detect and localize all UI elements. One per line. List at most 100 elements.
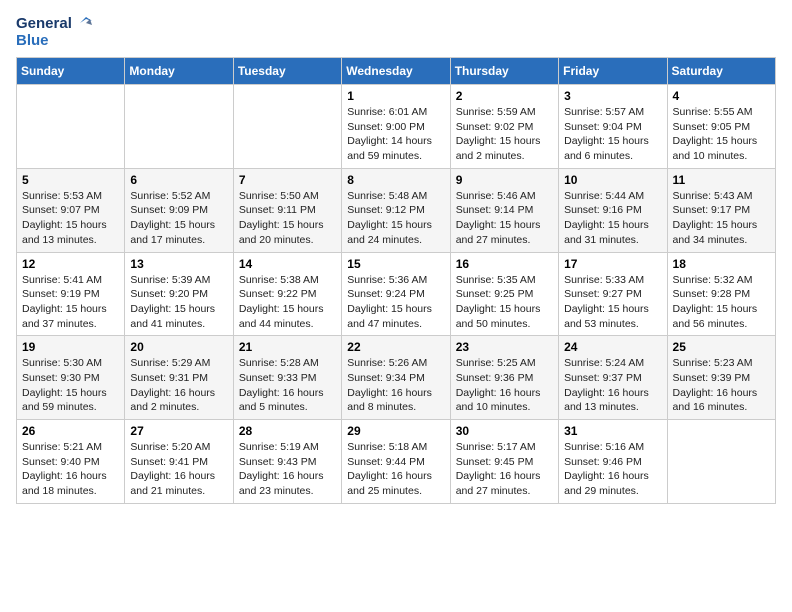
calendar-cell: 26Sunrise: 5:21 AMSunset: 9:40 PMDayligh… [17, 420, 125, 504]
day-number: 4 [673, 89, 770, 103]
day-detail: Sunrise: 5:28 AMSunset: 9:33 PMDaylight:… [239, 356, 336, 415]
calendar-cell: 20 Sunrise: 5:29 AMSunset: 9:31 PMDayligh… [125, 336, 233, 420]
day-detail: Sunrise: 5:26 AMSunset: 9:34 PMDaylight:… [347, 356, 444, 415]
day-number: 18 [673, 257, 770, 271]
day-number: 20 [130, 340, 227, 354]
calendar-cell: 2 Sunrise: 5:59 AMSunset: 9:02 PMDaylight… [450, 85, 558, 169]
calendar-week-2: 5 Sunrise: 5:53 AMSunset: 9:07 PMDaylight… [17, 168, 776, 252]
day-detail: Sunrise: 5:20 AMSunset: 9:41 PMDaylight:… [130, 440, 227, 499]
day-number: 12 [22, 257, 119, 271]
day-detail: Sunrise: 5:33 AMSunset: 9:27 PMDaylight:… [564, 273, 661, 332]
day-number: 11 [673, 173, 770, 187]
day-detail: Sunrise: 5:57 AMSunset: 9:04 PMDaylight:… [564, 105, 661, 164]
calendar-cell: 1 Sunrise: 6:01 AMSunset: 9:00 PMDaylight… [342, 85, 450, 169]
calendar-cell: 22 Sunrise: 5:26 AMSunset: 9:34 PMDayligh… [342, 336, 450, 420]
calendar-cell: 28 Sunrise: 5:19 AMSunset: 9:43 PMDayligh… [233, 420, 341, 504]
calendar-cell: 18 Sunrise: 5:32 AMSunset: 9:28 PMDayligh… [667, 252, 775, 336]
day-detail: Sunrise: 5:53 AMSunset: 9:07 PMDaylight:… [22, 189, 119, 248]
calendar-cell: 17 Sunrise: 5:33 AMSunset: 9:27 PMDayligh… [559, 252, 667, 336]
logo: General Blue [16, 16, 92, 49]
day-number: 25 [673, 340, 770, 354]
calendar-table: SundayMondayTuesdayWednesdayThursdayFrid… [16, 57, 776, 504]
day-number: 23 [456, 340, 553, 354]
day-number: 15 [347, 257, 444, 271]
calendar-week-1: 1 Sunrise: 6:01 AMSunset: 9:00 PMDaylight… [17, 85, 776, 169]
day-detail: Sunrise: 5:25 AMSunset: 9:36 PMDaylight:… [456, 356, 553, 415]
day-number: 8 [347, 173, 444, 187]
calendar-cell: 31Sunrise: 5:16 AMSunset: 9:46 PMDayligh… [559, 420, 667, 504]
calendar-cell: 29 Sunrise: 5:18 AMSunset: 9:44 PMDayligh… [342, 420, 450, 504]
calendar-cell [17, 85, 125, 169]
day-detail: Sunrise: 5:30 AMSunset: 9:30 PMDaylight:… [22, 356, 119, 415]
day-detail: Sunrise: 5:35 AMSunset: 9:25 PMDaylight:… [456, 273, 553, 332]
day-detail: Sunrise: 5:46 AMSunset: 9:14 PMDaylight:… [456, 189, 553, 248]
day-detail: Sunrise: 6:01 AMSunset: 9:00 PMDaylight:… [347, 105, 444, 164]
calendar-cell: 5 Sunrise: 5:53 AMSunset: 9:07 PMDaylight… [17, 168, 125, 252]
day-detail: Sunrise: 5:36 AMSunset: 9:24 PMDaylight:… [347, 273, 444, 332]
calendar-cell: 14Sunrise: 5:38 AMSunset: 9:22 PMDayligh… [233, 252, 341, 336]
day-detail: Sunrise: 5:55 AMSunset: 9:05 PMDaylight:… [673, 105, 770, 164]
calendar-cell: 9 Sunrise: 5:46 AMSunset: 9:14 PMDaylight… [450, 168, 558, 252]
day-number: 27 [130, 424, 227, 438]
calendar-cell [125, 85, 233, 169]
day-number: 30 [456, 424, 553, 438]
calendar-cell: 16 Sunrise: 5:35 AMSunset: 9:25 PMDayligh… [450, 252, 558, 336]
day-detail: Sunrise: 5:43 AMSunset: 9:17 PMDaylight:… [673, 189, 770, 248]
day-number: 3 [564, 89, 661, 103]
day-number: 14 [239, 257, 336, 271]
day-detail: Sunrise: 5:32 AMSunset: 9:28 PMDaylight:… [673, 273, 770, 332]
calendar-cell: 23 Sunrise: 5:25 AMSunset: 9:36 PMDayligh… [450, 336, 558, 420]
weekday-header-saturday: Saturday [667, 58, 775, 85]
weekday-header-row: SundayMondayTuesdayWednesdayThursdayFrid… [17, 58, 776, 85]
logo-bird-icon [74, 13, 92, 31]
weekday-header-monday: Monday [125, 58, 233, 85]
weekday-header-sunday: Sunday [17, 58, 125, 85]
day-number: 2 [456, 89, 553, 103]
calendar-cell: 24Sunrise: 5:24 AMSunset: 9:37 PMDayligh… [559, 336, 667, 420]
calendar-cell: 4 Sunrise: 5:55 AMSunset: 9:05 PMDaylight… [667, 85, 775, 169]
day-number: 28 [239, 424, 336, 438]
day-number: 10 [564, 173, 661, 187]
calendar-cell: 6 Sunrise: 5:52 AMSunset: 9:09 PMDaylight… [125, 168, 233, 252]
day-number: 16 [456, 257, 553, 271]
calendar-cell: 25 Sunrise: 5:23 AMSunset: 9:39 PMDayligh… [667, 336, 775, 420]
calendar-cell: 7Sunrise: 5:50 AMSunset: 9:11 PMDaylight… [233, 168, 341, 252]
calendar-cell: 19Sunrise: 5:30 AMSunset: 9:30 PMDayligh… [17, 336, 125, 420]
day-number: 6 [130, 173, 227, 187]
calendar-cell [667, 420, 775, 504]
day-number: 26 [22, 424, 119, 438]
day-number: 31 [564, 424, 661, 438]
calendar-cell: 12 Sunrise: 5:41 AMSunset: 9:19 PMDayligh… [17, 252, 125, 336]
calendar-cell: 27 Sunrise: 5:20 AMSunset: 9:41 PMDayligh… [125, 420, 233, 504]
calendar-cell: 21Sunrise: 5:28 AMSunset: 9:33 PMDayligh… [233, 336, 341, 420]
calendar-cell: 15 Sunrise: 5:36 AMSunset: 9:24 PMDayligh… [342, 252, 450, 336]
calendar-cell: 10Sunrise: 5:44 AMSunset: 9:16 PMDayligh… [559, 168, 667, 252]
day-detail: Sunrise: 5:52 AMSunset: 9:09 PMDaylight:… [130, 189, 227, 248]
day-detail: Sunrise: 5:18 AMSunset: 9:44 PMDaylight:… [347, 440, 444, 499]
day-number: 13 [130, 257, 227, 271]
day-number: 29 [347, 424, 444, 438]
day-detail: Sunrise: 5:29 AMSunset: 9:31 PMDaylight:… [130, 356, 227, 415]
day-number: 22 [347, 340, 444, 354]
day-detail: Sunrise: 5:23 AMSunset: 9:39 PMDaylight:… [673, 356, 770, 415]
day-number: 1 [347, 89, 444, 103]
day-detail: Sunrise: 5:39 AMSunset: 9:20 PMDaylight:… [130, 273, 227, 332]
weekday-header-friday: Friday [559, 58, 667, 85]
calendar-week-5: 26Sunrise: 5:21 AMSunset: 9:40 PMDayligh… [17, 420, 776, 504]
day-number: 5 [22, 173, 119, 187]
day-number: 24 [564, 340, 661, 354]
page-header: General Blue [16, 16, 776, 49]
day-number: 17 [564, 257, 661, 271]
day-detail: Sunrise: 5:41 AMSunset: 9:19 PMDaylight:… [22, 273, 119, 332]
day-detail: Sunrise: 5:59 AMSunset: 9:02 PMDaylight:… [456, 105, 553, 164]
calendar-week-4: 19Sunrise: 5:30 AMSunset: 9:30 PMDayligh… [17, 336, 776, 420]
day-detail: Sunrise: 5:50 AMSunset: 9:11 PMDaylight:… [239, 189, 336, 248]
calendar-cell [233, 85, 341, 169]
day-number: 9 [456, 173, 553, 187]
weekday-header-wednesday: Wednesday [342, 58, 450, 85]
calendar-week-3: 12 Sunrise: 5:41 AMSunset: 9:19 PMDayligh… [17, 252, 776, 336]
logo-general: General [16, 16, 72, 33]
calendar-cell: 8Sunrise: 5:48 AMSunset: 9:12 PMDaylight… [342, 168, 450, 252]
day-detail: Sunrise: 5:17 AMSunset: 9:45 PMDaylight:… [456, 440, 553, 499]
day-detail: Sunrise: 5:19 AMSunset: 9:43 PMDaylight:… [239, 440, 336, 499]
